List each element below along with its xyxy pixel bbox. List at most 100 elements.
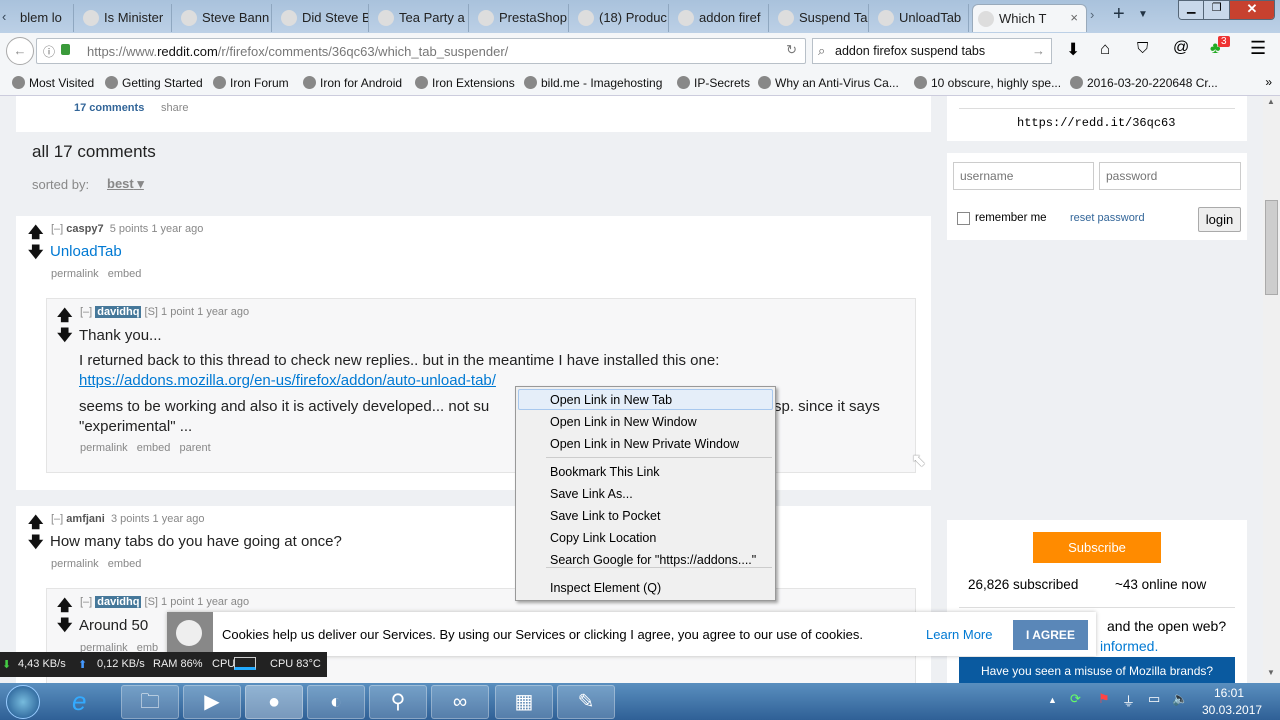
action-center-icon[interactable]: ⚑ xyxy=(1098,691,1110,707)
info-icon[interactable]: ⓘ xyxy=(43,43,55,60)
bookmark-item[interactable]: 10 obscure, highly spe... xyxy=(914,76,1061,90)
bookmark-item[interactable]: Iron Extensions xyxy=(415,76,515,90)
bookmark-item[interactable]: Most Visited xyxy=(12,76,94,90)
search-app-icon[interactable]: ⚲ xyxy=(369,685,427,719)
search-go-icon[interactable]: → xyxy=(1032,43,1045,58)
permalink-link[interactable]: permalink xyxy=(80,442,128,454)
scroll-tabs-left-icon[interactable]: ‹ xyxy=(2,9,6,24)
permalink-link[interactable]: permalink xyxy=(51,558,99,570)
sync-icon[interactable]: @ xyxy=(1173,39,1189,57)
misuse-banner[interactable]: Have you seen a misuse of Mozilla brands… xyxy=(959,657,1235,686)
context-menu-item[interactable]: Save Link As... xyxy=(550,487,633,501)
context-menu-item[interactable]: Open Link in New Window xyxy=(550,415,697,429)
sort-dropdown[interactable]: best ▾ xyxy=(107,176,144,192)
search-input[interactable]: addon firefox suspend tabs xyxy=(835,44,985,58)
shortlink[interactable]: https://redd.it/36qc63 xyxy=(1017,116,1175,130)
subscribe-button[interactable]: Subscribe xyxy=(1033,532,1161,563)
scroll-up-icon[interactable]: ▲ xyxy=(1267,97,1275,106)
menu-icon[interactable]: ☰ xyxy=(1250,38,1266,59)
control-panel-icon[interactable]: ▦ xyxy=(495,685,553,719)
embed-link[interactable]: embed xyxy=(137,442,171,454)
comment-body[interactable]: UnloadTab xyxy=(50,243,122,260)
collapse-toggle[interactable]: [–] xyxy=(51,513,63,525)
tab[interactable]: PrestaShop xyxy=(473,4,569,32)
start-button[interactable] xyxy=(6,685,40,719)
context-menu-item[interactable]: Open Link in New Tab xyxy=(550,393,672,407)
permalink-link[interactable]: permalink xyxy=(51,268,99,280)
clock-time[interactable]: 16:01 xyxy=(1214,686,1244,700)
bookmark-item[interactable]: Getting Started xyxy=(105,76,203,90)
bookmark-item[interactable]: Iron Forum xyxy=(213,76,289,90)
pocket-icon[interactable]: ⛉ xyxy=(1137,40,1148,57)
minimize-button[interactable]: ▁ xyxy=(1179,1,1204,19)
context-menu-item[interactable]: Bookmark This Link xyxy=(550,465,660,479)
browser-icon[interactable]: ◐ xyxy=(307,685,365,719)
close-tab-icon[interactable]: × xyxy=(1070,10,1078,25)
comments-link[interactable]: 17 comments xyxy=(74,102,144,114)
context-menu-item[interactable]: Inspect Element (Q) xyxy=(550,581,661,595)
tab[interactable]: Which T × xyxy=(972,4,1087,32)
collapse-toggle[interactable]: [–] xyxy=(80,306,92,318)
downloads-icon[interactable]: ⬇ xyxy=(1066,40,1080,60)
agree-button[interactable]: I AGREE xyxy=(1013,620,1088,650)
maximize-button[interactable]: ❐ xyxy=(1203,1,1229,19)
close-window-button[interactable]: ✕ xyxy=(1228,1,1274,19)
learn-more-link[interactable]: Learn More xyxy=(926,627,992,642)
bookmark-item[interactable]: bild.me - Imagehosting xyxy=(524,76,662,90)
login-button[interactable]: login xyxy=(1198,207,1241,232)
reset-password-link[interactable]: reset password xyxy=(1070,212,1145,224)
power-icon[interactable]: ⏚ xyxy=(1122,691,1135,710)
context-menu-item[interactable]: Open Link in New Private Window xyxy=(550,437,739,451)
scroll-down-icon[interactable]: ▼ xyxy=(1267,668,1275,677)
context-menu-item[interactable]: Search Google for "https://addons...." xyxy=(550,553,756,567)
embed-link[interactable]: embed xyxy=(108,268,142,280)
internet-explorer-icon[interactable]: e xyxy=(72,686,86,717)
page-scrollbar[interactable]: ▲ ▼ xyxy=(1263,96,1280,683)
back-button[interactable]: ← xyxy=(6,37,34,65)
parent-link[interactable]: parent xyxy=(179,442,210,454)
bookmark-item[interactable]: Iron for Android xyxy=(303,76,402,90)
firefox-icon[interactable]: ● xyxy=(245,685,303,719)
context-menu-item[interactable]: Copy Link Location xyxy=(550,531,656,545)
home-icon[interactable]: ⌂ xyxy=(1100,39,1110,59)
share-link[interactable]: share xyxy=(161,102,189,114)
show-hidden-icons[interactable]: ▲ xyxy=(1048,695,1057,705)
tab[interactable]: Suspend Ta xyxy=(773,4,869,32)
bookmark-item[interactable]: Why an Anti-Virus Ca... xyxy=(758,76,899,90)
comment-author[interactable]: caspy7 xyxy=(66,223,103,235)
tab[interactable]: Steve Bann xyxy=(176,4,272,32)
tab[interactable]: blem lo xyxy=(18,4,74,32)
bookmark-item[interactable]: 2016-03-20-220648 Cr... xyxy=(1070,76,1218,90)
username-input[interactable] xyxy=(953,162,1094,190)
tray-app-icon[interactable]: ⟳ xyxy=(1070,691,1081,707)
embed-link[interactable]: embed xyxy=(108,558,142,570)
scroll-tabs-right-icon[interactable]: › xyxy=(1090,7,1094,22)
new-tab-button[interactable]: + xyxy=(1113,3,1125,26)
informed-link[interactable]: informed. xyxy=(1100,638,1158,654)
downvote-icon[interactable]: 🡇 xyxy=(57,615,72,640)
password-input[interactable] xyxy=(1099,162,1241,190)
tab[interactable]: (18) Produc xyxy=(573,4,669,32)
tab[interactable]: Tea Party a xyxy=(373,4,469,32)
volume-icon[interactable]: 🔈 xyxy=(1172,691,1188,707)
collapse-toggle[interactable]: [–] xyxy=(80,596,92,608)
remember-me-checkbox[interactable] xyxy=(957,212,970,225)
comment-author[interactable]: davidhq xyxy=(95,596,142,608)
tab[interactable]: Did Steve B xyxy=(276,4,369,32)
media-player-icon[interactable]: ▶ xyxy=(183,685,241,719)
tab[interactable]: Is Minister xyxy=(78,4,172,32)
downvote-icon[interactable]: 🡇 xyxy=(57,325,72,350)
bookmark-item[interactable]: IP-Secrets xyxy=(677,76,750,90)
network-app-icon[interactable]: ∞ xyxy=(431,685,489,719)
comment-author[interactable]: davidhq xyxy=(95,306,142,318)
list-tabs-icon[interactable]: ▼ xyxy=(1138,9,1148,20)
notepad-icon[interactable]: ✎ xyxy=(557,685,615,719)
url-text[interactable]: https://www.reddit.com/r/firefox/comment… xyxy=(87,44,508,59)
reload-icon[interactable]: ↻ xyxy=(786,42,797,58)
context-menu-item[interactable]: Save Link to Pocket xyxy=(550,509,660,523)
addon-link[interactable]: https://addons.mozilla.org/en-us/firefox… xyxy=(79,372,496,389)
clock-date[interactable]: 30.03.2017 xyxy=(1202,703,1262,717)
collapse-toggle[interactable]: [–] xyxy=(51,223,63,235)
scrollbar-thumb[interactable] xyxy=(1265,200,1278,295)
search-bar[interactable]: ⌕ addon firefox suspend tabs → xyxy=(812,38,1052,64)
